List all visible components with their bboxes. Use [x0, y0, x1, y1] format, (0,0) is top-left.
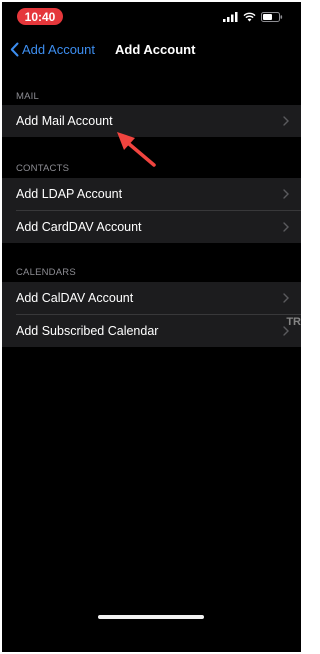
status-bar: 10:40: [2, 2, 301, 30]
signal-icon: [223, 12, 238, 22]
cell-label: Add Subscribed Calendar: [16, 324, 159, 338]
group-contacts: Add LDAP Account Add CardDAV Account: [2, 178, 301, 243]
group-mail: Add Mail Account: [2, 105, 301, 137]
watermark: TR: [286, 316, 301, 328]
back-button[interactable]: Add Account: [10, 38, 95, 60]
add-subscribed-calendar-cell[interactable]: Add Subscribed Calendar: [2, 315, 301, 347]
group-calendars: Add CalDAV Account Add Subscribed Calend…: [2, 282, 301, 347]
back-button-label: Add Account: [22, 41, 95, 57]
status-time: 10:40: [17, 8, 63, 25]
add-ldap-account-cell[interactable]: Add LDAP Account: [2, 178, 301, 210]
section-header-calendars: CALENDARS: [16, 267, 76, 278]
phone-screen: 10:40 Add Account Add Account MAIL Add M…: [2, 2, 301, 652]
cell-label: Add Mail Account: [16, 114, 113, 128]
section-header-contacts: CONTACTS: [16, 163, 70, 174]
cell-label: Add CardDAV Account: [16, 220, 142, 234]
add-mail-account-cell[interactable]: Add Mail Account: [2, 105, 301, 137]
battery-icon: [261, 12, 283, 22]
home-indicator: [98, 615, 204, 619]
navigation-bar: Add Account Add Account: [2, 30, 301, 68]
add-caldav-account-cell[interactable]: Add CalDAV Account: [2, 282, 301, 314]
chevron-right-icon: [283, 116, 289, 126]
add-carddav-account-cell[interactable]: Add CardDAV Account: [2, 211, 301, 243]
chevron-right-icon: [283, 222, 289, 232]
page-title: Add Account: [115, 42, 196, 57]
chevron-left-icon: [10, 42, 19, 56]
cell-label: Add LDAP Account: [16, 187, 123, 201]
screenshot-frame: 10:40 Add Account Add Account MAIL Add M…: [0, 0, 303, 654]
chevron-right-icon: [283, 293, 289, 303]
status-icons: [223, 11, 283, 23]
section-header-mail: MAIL: [16, 91, 39, 102]
wifi-icon: [243, 12, 256, 22]
chevron-right-icon: [283, 189, 289, 199]
cell-label: Add CalDAV Account: [16, 291, 134, 305]
